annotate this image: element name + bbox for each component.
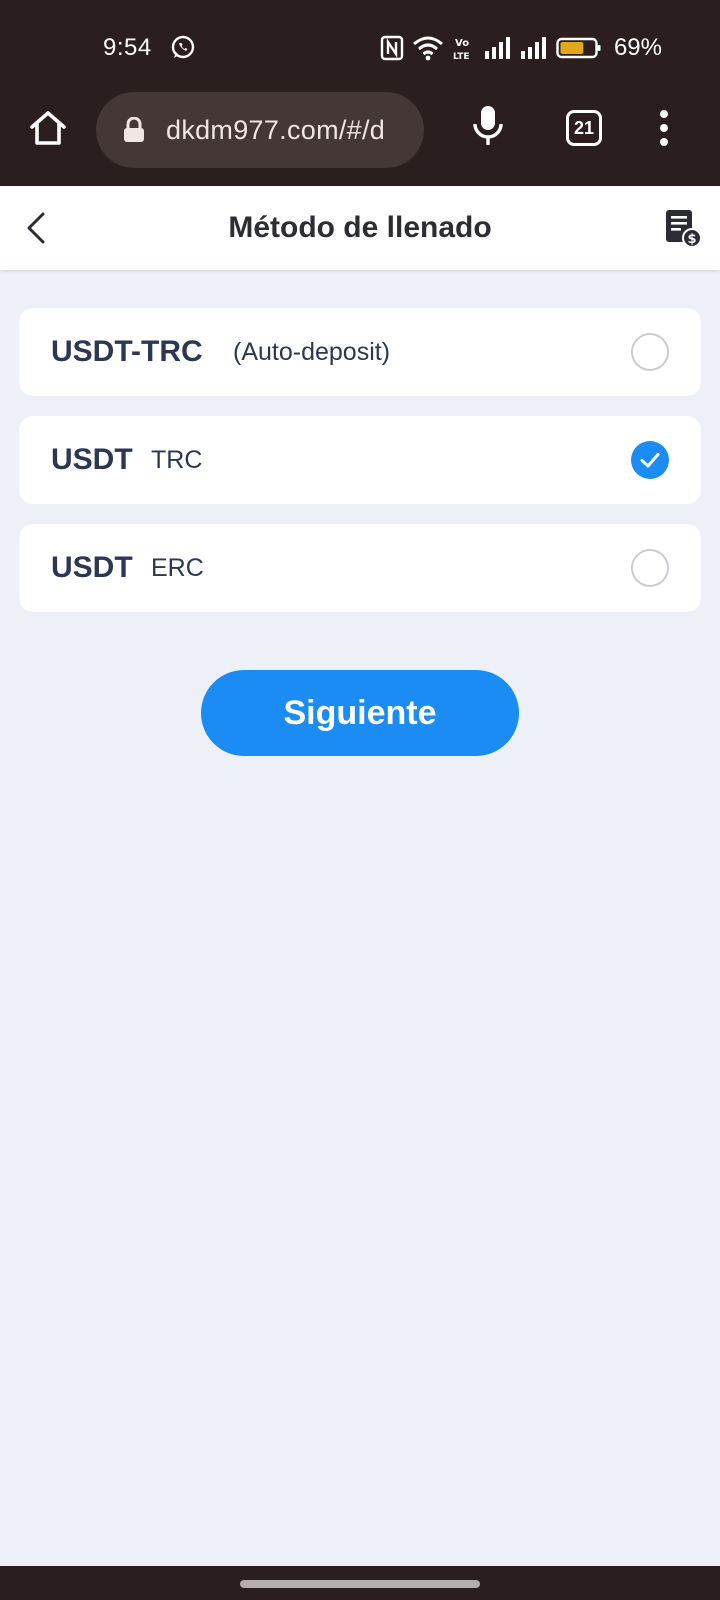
volte-icon: Vo LTE xyxy=(453,38,470,61)
check-icon xyxy=(640,453,660,468)
option-usdt-trc-auto[interactable]: USDT-TRC (Auto-deposit) xyxy=(19,308,701,396)
tab-switcher-button[interactable]: 21 xyxy=(566,110,602,146)
url-text: dkdm977.com/#/d xyxy=(166,114,386,145)
option-main-label: USDT xyxy=(51,443,133,476)
radio-checked[interactable] xyxy=(631,441,669,479)
signal-icon xyxy=(484,37,510,59)
status-bar: 9:54 Vo LTE 69% xyxy=(0,0,720,92)
battery-icon xyxy=(556,37,601,59)
more-vert-icon[interactable] xyxy=(656,108,672,148)
radio-unchecked[interactable] xyxy=(631,549,669,587)
lock-icon xyxy=(124,117,144,142)
option-sub-label: ERC xyxy=(151,553,204,582)
battery-percent: 69% xyxy=(613,34,662,61)
nfc-icon xyxy=(380,35,404,61)
whatsapp-icon xyxy=(171,35,195,59)
status-time: 9:54 xyxy=(103,34,152,61)
radio-unchecked[interactable] xyxy=(631,333,669,371)
address-bar[interactable]: dkdm977.com/#/d xyxy=(96,92,424,168)
page-header: Método de llenado $ xyxy=(0,186,720,270)
signal-icon xyxy=(520,37,546,59)
receipt-dollar-icon[interactable]: $ xyxy=(664,208,702,248)
option-main-label: USDT xyxy=(51,551,133,584)
chevron-left-icon[interactable] xyxy=(22,210,52,246)
payment-method-list: USDT-TRC (Auto-deposit) USDT TRC USDT ER… xyxy=(19,308,701,632)
gesture-handle[interactable] xyxy=(240,1580,480,1588)
option-main-label: USDT-TRC xyxy=(51,335,203,368)
mic-icon[interactable] xyxy=(472,104,504,148)
svg-text:LTE: LTE xyxy=(453,52,470,61)
next-button[interactable]: Siguiente xyxy=(201,670,519,756)
page-content: Método de llenado $ USDT-TRC (Auto-depos… xyxy=(0,186,720,1566)
page-title: Método de llenado xyxy=(228,211,492,244)
option-usdt-erc[interactable]: USDT ERC xyxy=(19,524,701,612)
option-sub-label: (Auto-deposit) xyxy=(233,337,391,366)
home-icon[interactable] xyxy=(28,108,68,148)
svg-text:$: $ xyxy=(687,232,696,247)
system-nav-bar xyxy=(0,1566,720,1600)
option-usdt-trc[interactable]: USDT TRC xyxy=(19,416,701,504)
svg-text:Vo: Vo xyxy=(455,38,469,49)
option-sub-label: TRC xyxy=(151,445,203,474)
browser-toolbar: dkdm977.com/#/d 21 xyxy=(0,92,720,184)
wifi-icon xyxy=(412,36,443,61)
